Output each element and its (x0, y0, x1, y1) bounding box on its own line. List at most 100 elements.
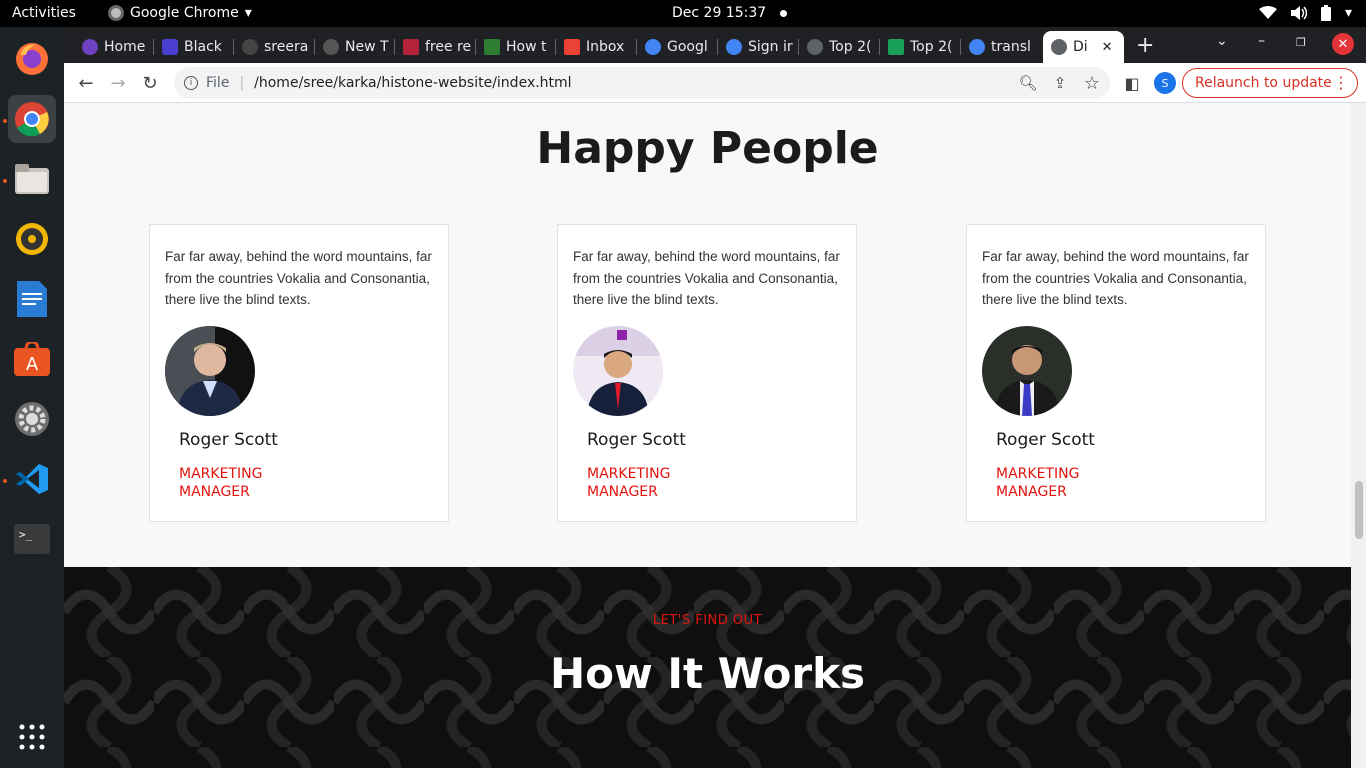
google-icon (726, 39, 742, 55)
clock[interactable]: Dec 29 15:37 (672, 5, 788, 21)
tab-top-20-b[interactable]: Top 2( (880, 31, 961, 63)
gmail-icon (564, 39, 580, 55)
share-icon[interactable]: ⇪ (1048, 71, 1072, 95)
google-icon (645, 39, 661, 55)
tab-top-20-a[interactable]: Top 2( (799, 31, 880, 63)
scheme-label: File (206, 75, 230, 91)
tab-sreera[interactable]: sreera (234, 31, 315, 63)
testimonial-name: Roger Scott (996, 430, 1095, 450)
clock-text: Dec 29 15:37 (672, 5, 767, 21)
tab-label: transl (991, 39, 1031, 55)
tab-label: Black (184, 39, 222, 55)
svg-text:A: A (26, 354, 39, 375)
dock: A >_ (0, 27, 64, 768)
activities-button[interactable]: Activities (12, 5, 76, 21)
tab-active[interactable]: Di ✕ (1043, 31, 1124, 63)
tab-translate[interactable]: transl (961, 31, 1043, 63)
software-icon[interactable]: A (8, 335, 56, 383)
site-info-icon[interactable]: i (184, 76, 198, 90)
app-grid-icon[interactable] (8, 713, 56, 761)
rhythmbox-icon[interactable] (8, 215, 56, 263)
tab-free[interactable]: free re (395, 31, 476, 63)
address-divider: | (239, 75, 245, 91)
firefox-icon[interactable] (8, 35, 56, 83)
chevron-down-icon: ▾ (244, 5, 252, 21)
reload-button[interactable]: ↻ (138, 71, 162, 95)
address-bar[interactable]: i File | /home/sree/karka/histone-websit… (174, 67, 1110, 99)
tab-home[interactable]: Home (74, 31, 154, 63)
maximize-button[interactable]: ❐ (1296, 36, 1306, 49)
battery-icon (1320, 5, 1331, 21)
bookmark-star-icon[interactable]: ☆ (1080, 71, 1104, 95)
testimonial-quote: Far far away, behind the word mountains,… (982, 249, 1249, 307)
testimonial-quote: Far far away, behind the word mountains,… (573, 249, 840, 307)
app-menu[interactable]: Google Chrome ▾ (108, 5, 252, 21)
tab-label: New T (345, 39, 389, 55)
tab-favicon-icon (323, 39, 339, 55)
testimonial-role: Marketing Manager (179, 466, 263, 500)
vscode-icon[interactable] (8, 455, 56, 503)
testimonial-name: Roger Scott (179, 430, 278, 450)
testimonial-quote: Far far away, behind the word mountains,… (165, 249, 432, 307)
tab-search-chevron-icon[interactable]: ⌄ (1216, 33, 1228, 49)
github-icon (242, 39, 258, 55)
chrome-app-icon (108, 5, 124, 21)
menu-kebab-icon[interactable]: ⋮ (1333, 73, 1349, 92)
tab-label: How t (506, 39, 547, 55)
settings-icon[interactable] (8, 395, 56, 443)
chrome-icon[interactable] (8, 95, 56, 143)
tab-inbox[interactable]: Inbox (556, 31, 637, 63)
tab-new[interactable]: New T (315, 31, 395, 63)
running-indicator-icon (3, 119, 7, 123)
testimonial-card: Far far away, behind the word mountains,… (557, 224, 857, 522)
system-top-bar: Activities Google Chrome ▾ Dec 29 15:37 … (0, 0, 1366, 27)
close-window-button[interactable]: ✕ (1332, 33, 1354, 55)
forward-button[interactable]: → (106, 71, 130, 95)
section-title: Happy People (536, 123, 879, 174)
tab-how[interactable]: How t (476, 31, 556, 63)
url-text[interactable]: /home/sree/karka/histone-website/index.h… (254, 75, 571, 91)
tab-label: Home (104, 39, 146, 55)
minimize-button[interactable]: – (1258, 33, 1265, 49)
scrollbar-thumb[interactable] (1355, 481, 1363, 539)
chrome-window: Home Black sreera New T free re How t In… (64, 27, 1366, 768)
page-scrollbar[interactable] (1351, 103, 1366, 768)
tab-sign-in[interactable]: Sign ir (718, 31, 799, 63)
tab-label: Top 2( (910, 39, 953, 55)
tab-label: free re (425, 39, 472, 55)
running-indicator-icon (3, 179, 7, 183)
tab-google[interactable]: Googl (637, 31, 718, 63)
tab-label: Di (1073, 39, 1088, 55)
avatar (573, 326, 663, 416)
volume-icon (1290, 6, 1307, 20)
running-indicator-icon (3, 479, 7, 483)
new-tab-button[interactable]: + (1136, 33, 1154, 58)
files-icon[interactable] (8, 155, 56, 203)
back-button[interactable]: ← (74, 71, 98, 95)
terminal-icon[interactable]: >_ (8, 515, 56, 563)
app-menu-label: Google Chrome (130, 5, 239, 21)
testimonial-role: Marketing Manager (587, 466, 671, 500)
writer-icon[interactable] (8, 275, 56, 323)
tab-favicon-icon (403, 39, 419, 55)
profile-avatar[interactable]: S (1154, 72, 1176, 94)
tab-label: Inbox (586, 39, 625, 55)
zoom-icon[interactable]: 🔍︎ (1016, 71, 1040, 95)
system-tray[interactable]: ▾ (1258, 5, 1352, 21)
tab-strip: Home Black sreera New T free re How t In… (64, 27, 1366, 63)
avatar (982, 326, 1072, 416)
tab-black[interactable]: Black (154, 31, 234, 63)
tab-favicon-icon (82, 39, 98, 55)
browser-toolbar: ← → ↻ i File | /home/sree/karka/histone-… (64, 63, 1366, 103)
relaunch-button[interactable]: Relaunch to update ⋮ (1182, 68, 1358, 98)
tab-close-icon[interactable]: ✕ (1102, 40, 1113, 55)
tab-label: Top 2( (829, 39, 872, 55)
svg-text:>_: >_ (19, 528, 33, 541)
side-panel-icon[interactable]: ◧ (1120, 71, 1144, 95)
avatar (165, 326, 255, 416)
tab-favicon-icon (484, 39, 500, 55)
tab-label: sreera (264, 39, 309, 55)
tab-favicon-icon (807, 39, 823, 55)
tab-favicon-icon (162, 39, 178, 55)
testimonial-card: Far far away, behind the word mountains,… (149, 224, 449, 522)
